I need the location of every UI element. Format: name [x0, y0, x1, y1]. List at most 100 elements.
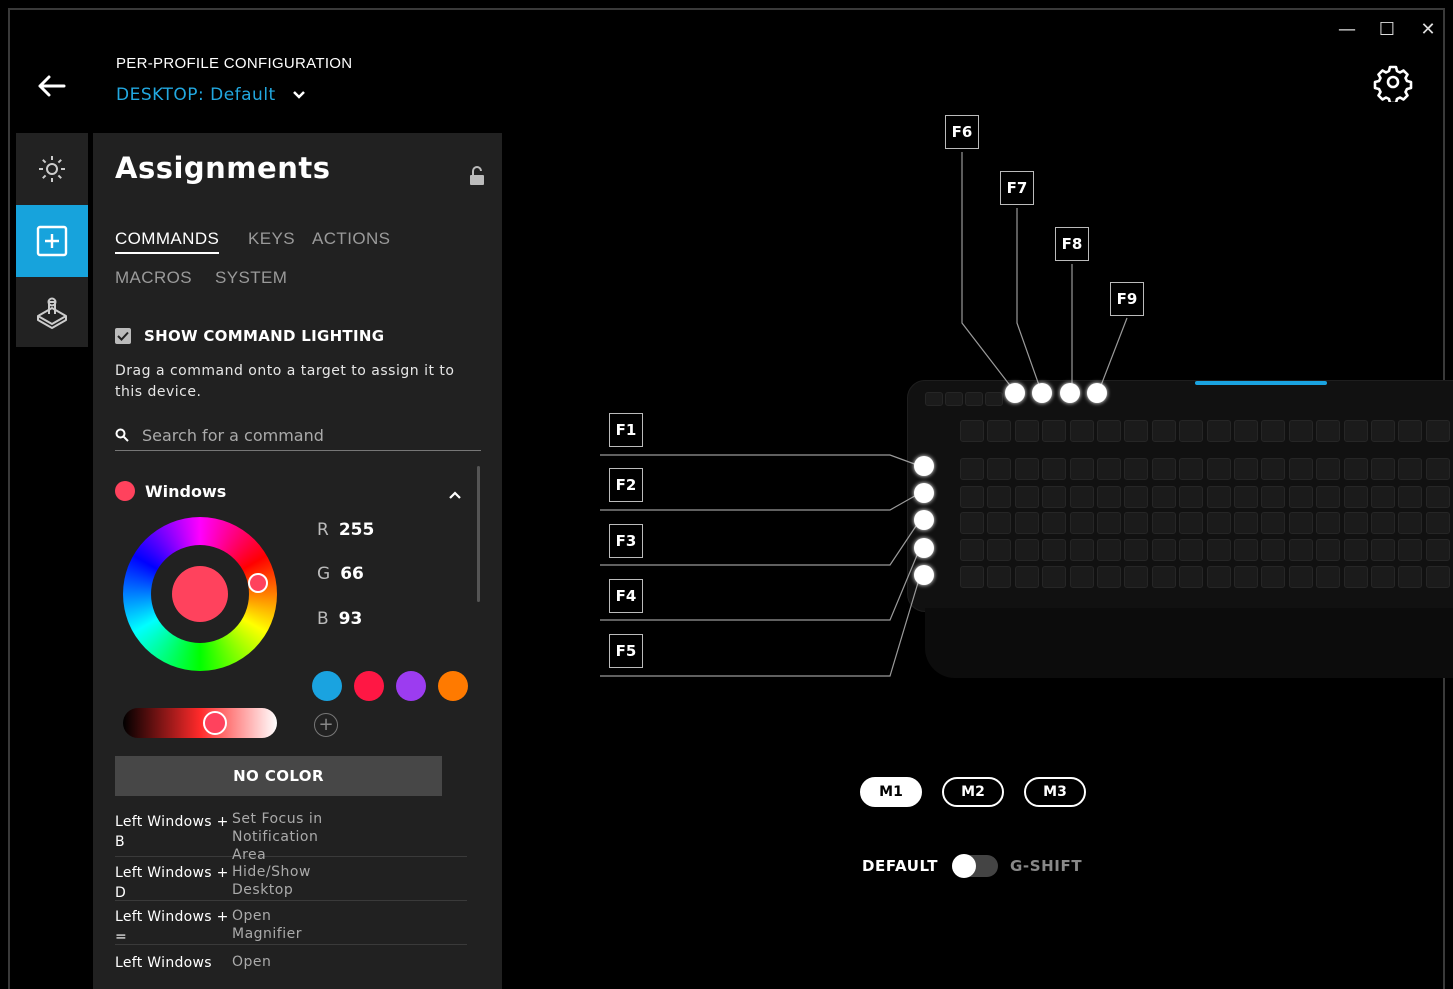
tab-commands[interactable]: COMMANDS — [115, 229, 220, 254]
keyboard-key — [1097, 512, 1121, 534]
gshift-toggle[interactable] — [952, 854, 998, 878]
rail-gaming-mode[interactable] — [16, 277, 88, 349]
hotspot-f9[interactable] — [1087, 383, 1107, 403]
b-value[interactable]: 93 — [339, 609, 363, 629]
keyboard-key — [1124, 458, 1149, 480]
keyboard-key — [1069, 539, 1094, 561]
keyboard-key — [1425, 539, 1450, 561]
show-lighting-checkbox[interactable] — [115, 328, 131, 344]
hotspot-f6[interactable] — [1005, 383, 1025, 403]
r-value[interactable]: 255 — [339, 520, 375, 540]
keyboard-key — [960, 420, 984, 442]
color-wheel[interactable] — [123, 517, 277, 671]
gkey-f9[interactable]: F9 — [1110, 282, 1144, 316]
close-button[interactable]: ✕ — [1414, 18, 1442, 42]
command-key: Left Windows — [115, 955, 212, 971]
gkey-f6[interactable]: F6 — [945, 115, 979, 149]
brightness-slider[interactable] — [123, 708, 277, 738]
arrow-left-icon — [38, 75, 66, 97]
keyboard-key — [1261, 512, 1286, 534]
keyboard-image — [895, 378, 1453, 678]
nav-rail — [16, 133, 88, 347]
hotspot-f8[interactable] — [1060, 383, 1080, 403]
command-row[interactable]: Left Windows + = Open Magnifier — [115, 901, 467, 945]
command-desc: Set Focus in Notification Area — [232, 811, 323, 863]
memory-m1-button[interactable]: M1 — [860, 777, 922, 807]
swatch-blue[interactable] — [312, 671, 342, 701]
keyboard-key — [1234, 566, 1258, 588]
collapse-button[interactable] — [448, 485, 462, 504]
hotspot-f1[interactable] — [914, 456, 934, 476]
keyboard-key — [1261, 420, 1286, 442]
swatch-purple[interactable] — [396, 671, 426, 701]
help-text: Drag a command onto a target to assign i… — [115, 363, 455, 400]
command-desc: Open — [232, 954, 272, 970]
keyboard-key — [1151, 512, 1176, 534]
gkey-f8[interactable]: F8 — [1055, 227, 1089, 261]
keyboard-key — [960, 566, 984, 588]
keyboard-key — [1097, 486, 1121, 508]
maximize-button[interactable]: ☐ — [1373, 18, 1401, 42]
tab-keys[interactable]: KEYS — [248, 229, 295, 249]
gkey-f4[interactable]: F4 — [609, 579, 643, 613]
minimize-button[interactable]: — — [1333, 18, 1361, 42]
tab-system[interactable]: SYSTEM — [215, 268, 287, 288]
keyboard-key — [1151, 458, 1176, 480]
gkey-f7[interactable]: F7 — [1000, 171, 1034, 205]
keyboard-key — [1288, 566, 1313, 588]
keyboard-key — [1371, 566, 1395, 588]
keyboard-key — [1042, 539, 1067, 561]
profile-prefix: DESKTOP: — [116, 85, 205, 105]
hotspot-f4[interactable] — [914, 538, 934, 558]
search-icon — [115, 428, 129, 442]
keyboard-key — [1151, 420, 1176, 442]
keyboard-key — [1179, 566, 1204, 588]
gkey-f1[interactable]: F1 — [609, 413, 643, 447]
search-input[interactable] — [142, 425, 462, 445]
keyboard-key — [1179, 420, 1204, 442]
keyboard-key — [987, 539, 1012, 561]
scrollbar[interactable] — [477, 466, 480, 602]
lock-button[interactable] — [468, 166, 486, 190]
back-button[interactable] — [34, 70, 70, 102]
rail-lighting[interactable] — [16, 133, 88, 205]
brightness-handle[interactable] — [203, 711, 227, 735]
g-value[interactable]: 66 — [340, 564, 364, 584]
hotspot-f7[interactable] — [1032, 383, 1052, 403]
rgb-r: R 255 — [317, 520, 374, 540]
add-swatch-button[interactable]: + — [314, 713, 338, 737]
show-lighting-label: SHOW COMMAND LIGHTING — [144, 327, 385, 345]
memory-m2-button[interactable]: M2 — [942, 777, 1004, 807]
keyboard-key — [1042, 566, 1067, 588]
hotspot-f2[interactable] — [914, 483, 934, 503]
command-row[interactable]: Left Windows + B Set Focus in Notificati… — [115, 806, 467, 863]
hotspot-f3[interactable] — [914, 510, 934, 530]
tab-macros[interactable]: MACROS — [115, 268, 192, 288]
keyboard-key — [1097, 539, 1121, 561]
keyboard-key — [1042, 512, 1067, 534]
rail-assignments[interactable] — [16, 205, 88, 277]
color-wheel-handle[interactable] — [248, 573, 268, 593]
command-key: Left Windows + D — [115, 865, 229, 901]
group-header[interactable]: Windows — [115, 481, 226, 501]
keyboard-key — [1234, 420, 1258, 442]
checkmark-icon — [117, 331, 129, 341]
gear-icon — [1373, 65, 1413, 105]
tab-actions[interactable]: ACTIONS — [312, 229, 390, 249]
swatch-orange[interactable] — [438, 671, 468, 701]
profile-selector[interactable]: DESKTOP: Default — [116, 85, 306, 105]
command-row[interactable]: Left Windows + D Hide/Show Desktop — [115, 857, 467, 901]
no-color-button[interactable]: NO COLOR — [115, 756, 442, 796]
keyboard-key — [925, 392, 943, 406]
gkey-f5[interactable]: F5 — [609, 634, 643, 668]
hotspot-f5[interactable] — [914, 565, 934, 585]
gkey-f2[interactable]: F2 — [609, 468, 643, 502]
keyboard-key — [1288, 539, 1313, 561]
gkey-f3[interactable]: F3 — [609, 524, 643, 558]
settings-button[interactable] — [1373, 62, 1413, 105]
keyboard-key — [960, 486, 984, 508]
swatch-red[interactable] — [354, 671, 384, 701]
assignments-icon — [36, 225, 68, 257]
memory-m3-button[interactable]: M3 — [1024, 777, 1086, 807]
command-row[interactable]: Left Windows Open — [115, 945, 467, 975]
